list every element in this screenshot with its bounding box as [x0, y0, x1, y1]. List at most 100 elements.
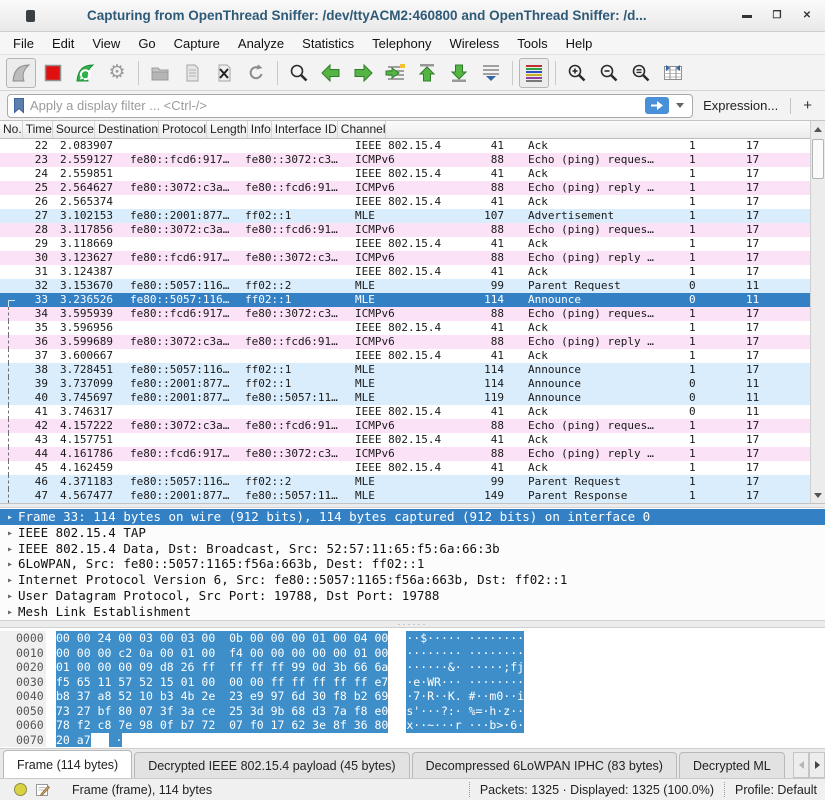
menu-item[interactable]: Go — [129, 34, 164, 53]
packet-row[interactable]: 36 3.599689 fe80::3072:c3a… fe80::fcd6:9… — [0, 335, 825, 349]
byte-view-tab[interactable]: Decrypted ML — [679, 752, 785, 778]
hex-bytes[interactable]: 01 00 00 00 09 d8 26 ff ff ff ff 99 0d 3… — [56, 660, 388, 675]
display-filter-input[interactable] — [30, 98, 645, 113]
detail-line[interactable]: Mesh Link Establishment — [0, 604, 825, 620]
reload-button[interactable] — [241, 58, 271, 88]
column-header[interactable]: Channel — [338, 121, 387, 138]
packet-row[interactable]: 26 2.565374 IEEE 802.15.4 41 Ack 1 17 — [0, 195, 825, 209]
packet-row[interactable]: 38 3.728451 fe80::5057:116… ff02::1 MLE … — [0, 363, 825, 377]
column-header[interactable]: Interface ID — [272, 121, 338, 138]
packet-row[interactable]: 29 3.118669 IEEE 802.15.4 41 Ack 1 17 — [0, 237, 825, 251]
go-to-packet-button[interactable] — [380, 58, 410, 88]
hex-ascii[interactable]: · — [109, 733, 123, 748]
packet-row[interactable]: 44 4.161786 fe80::fcd6:917… fe80::3072:c… — [0, 447, 825, 461]
open-file-button[interactable] — [145, 58, 175, 88]
close-file-button[interactable] — [209, 58, 239, 88]
hex-bytes[interactable]: 78 f2 c8 7e 98 0f b7 72 07 f0 17 62 3e 8… — [56, 718, 388, 733]
expression-button[interactable]: Expression... — [703, 98, 778, 113]
byte-view-tab[interactable]: Frame (114 bytes) — [3, 750, 132, 778]
detail-line[interactable]: Frame 33: 114 bytes on wire (912 bits), … — [0, 509, 825, 525]
capture-comment-icon[interactable] — [35, 782, 50, 797]
menu-item[interactable]: Edit — [43, 34, 83, 53]
column-header[interactable]: Info — [248, 121, 272, 138]
detail-line[interactable]: User Datagram Protocol, Src Port: 19788,… — [0, 588, 825, 604]
menu-item[interactable]: Tools — [508, 34, 556, 53]
packet-row[interactable]: 30 3.123627 fe80::fcd6:917… fe80::3072:c… — [0, 251, 825, 265]
go-back-button[interactable] — [316, 58, 346, 88]
packet-row[interactable]: 28 3.117856 fe80::3072:c3a… fe80::fcd6:9… — [0, 223, 825, 237]
apply-filter-button[interactable] — [645, 97, 669, 114]
zoom-reset-button[interactable] — [626, 58, 656, 88]
menu-item[interactable]: File — [4, 34, 43, 53]
menu-item[interactable]: Telephony — [363, 34, 440, 53]
colorize-button[interactable] — [519, 58, 549, 88]
hex-ascii[interactable]: s'···?:· %=·h·z·· — [406, 704, 524, 719]
packet-row[interactable]: 27 3.102153 fe80::2001:877… ff02::1 MLE … — [0, 209, 825, 223]
hex-ascii[interactable]: ··$····· ········ — [406, 631, 524, 646]
menu-item[interactable]: Statistics — [293, 34, 363, 53]
expert-info-icon[interactable] — [14, 783, 27, 796]
hex-bytes[interactable]: 00 00 00 c2 0a 00 01 00 f4 00 00 00 00 0… — [56, 646, 388, 661]
packet-row[interactable]: 41 3.746317 IEEE 802.15.4 41 Ack 0 11 — [0, 405, 825, 419]
filter-history-dropdown-icon[interactable] — [676, 103, 684, 108]
hex-bytes[interactable]: 73 27 bf 80 07 3f 3a ce 25 3d 9b 68 d3 7… — [56, 704, 388, 719]
column-header[interactable]: Time — [23, 121, 53, 138]
packet-row[interactable]: 45 4.162459 IEEE 802.15.4 41 Ack 1 17 — [0, 461, 825, 475]
go-to-bottom-button[interactable] — [444, 58, 474, 88]
hex-ascii[interactable]: ·7·R··K. #··m0··i — [406, 689, 524, 704]
packet-row[interactable]: 40 3.745697 fe80::2001:877… fe80::5057:1… — [0, 391, 825, 405]
packet-row[interactable]: 35 3.596956 IEEE 802.15.4 41 Ack 1 17 — [0, 321, 825, 335]
menu-item[interactable]: Analyze — [229, 34, 293, 53]
column-header[interactable]: Length — [207, 121, 248, 138]
packet-row[interactable]: 42 4.157222 fe80::3072:c3a… fe80::fcd6:9… — [0, 419, 825, 433]
detail-line[interactable]: IEEE 802.15.4 Data, Dst: Broadcast, Src:… — [0, 541, 825, 557]
resize-columns-button[interactable] — [658, 58, 688, 88]
minimize-icon[interactable]: ▬ — [739, 8, 755, 24]
capture-options-button[interactable]: ⚙ — [102, 58, 132, 88]
packet-row[interactable]: 25 2.564627 fe80::3072:c3a… fe80::fcd6:9… — [0, 181, 825, 195]
packet-row[interactable]: 24 2.559851 IEEE 802.15.4 41 Ack 1 17 — [0, 167, 825, 181]
go-forward-button[interactable] — [348, 58, 378, 88]
packet-row[interactable]: 33 3.236526 fe80::5057:116… ff02::1 MLE … — [0, 293, 825, 307]
status-profile[interactable]: Profile: Default — [735, 783, 817, 797]
packet-row[interactable]: 46 4.371183 fe80::5057:116… ff02::2 MLE … — [0, 475, 825, 489]
hex-ascii[interactable]: ········ ········ — [406, 646, 524, 661]
packet-row[interactable]: 23 2.559127 fe80::fcd6:917… fe80::3072:c… — [0, 153, 825, 167]
detail-line[interactable]: 6LoWPAN, Src: fe80::5057:1165:f56a:663b,… — [0, 556, 825, 572]
display-filter-box[interactable] — [7, 94, 693, 118]
byte-view-tab[interactable]: Decompressed 6LoWPAN IPHC (83 bytes) — [412, 752, 677, 778]
hex-bytes[interactable]: 00 00 24 00 03 00 03 00 0b 00 00 00 01 0… — [56, 631, 388, 646]
save-file-button[interactable] — [177, 58, 207, 88]
byte-view-tab[interactable]: Decrypted IEEE 802.15.4 payload (45 byte… — [134, 752, 409, 778]
scrollbar-thumb[interactable] — [812, 139, 824, 179]
bookmark-icon[interactable] — [12, 97, 26, 114]
packet-list-scrollbar[interactable] — [810, 121, 825, 503]
menu-item[interactable]: Help — [557, 34, 602, 53]
packet-row[interactable]: 22 2.083907 IEEE 802.15.4 41 Ack 1 17 — [0, 139, 825, 153]
menu-item[interactable]: View — [83, 34, 129, 53]
packet-row[interactable]: 31 3.124387 IEEE 802.15.4 41 Ack 1 17 — [0, 265, 825, 279]
packet-row[interactable]: 39 3.737099 fe80::2001:877… ff02::1 MLE … — [0, 377, 825, 391]
detail-line[interactable]: Internet Protocol Version 6, Src: fe80::… — [0, 572, 825, 588]
hex-ascii[interactable]: ······&· ·····;fj — [406, 660, 524, 675]
tab-scroll-right-icon[interactable] — [809, 752, 825, 778]
packet-row[interactable]: 37 3.600667 IEEE 802.15.4 41 Ack 1 17 — [0, 349, 825, 363]
go-to-top-button[interactable] — [412, 58, 442, 88]
auto-scroll-button[interactable] — [476, 58, 506, 88]
maximize-icon[interactable]: ❐ — [769, 8, 785, 24]
add-filter-button[interactable]: + — [797, 97, 818, 114]
hex-bytes[interactable]: f5 65 11 57 52 15 01 00 00 00 ff ff ff f… — [56, 675, 388, 690]
column-header[interactable]: Protocol — [159, 121, 207, 138]
close-icon[interactable]: ✕ — [799, 8, 815, 24]
packet-row[interactable]: 34 3.595939 fe80::fcd6:917… fe80::3072:c… — [0, 307, 825, 321]
zoom-in-button[interactable] — [562, 58, 592, 88]
menu-item[interactable]: Wireless — [440, 34, 508, 53]
column-header[interactable]: Destination — [95, 121, 159, 138]
hex-ascii[interactable]: ·e·WR··· ········ — [406, 675, 524, 690]
detail-line[interactable]: IEEE 802.15.4 TAP — [0, 525, 825, 541]
column-header[interactable]: No. — [0, 121, 23, 138]
column-header[interactable]: Source — [53, 121, 95, 138]
stop-capture-button[interactable] — [38, 58, 68, 88]
menu-item[interactable]: Capture — [165, 34, 229, 53]
start-capture-button[interactable] — [6, 58, 36, 88]
